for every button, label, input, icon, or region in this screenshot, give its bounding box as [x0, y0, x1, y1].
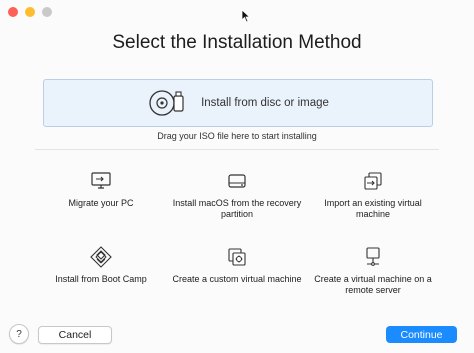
option-create-custom-vm[interactable]: Create a custom virtual machine — [172, 246, 302, 285]
remote-server-icon — [366, 247, 380, 266]
page-title: Select the Installation Method — [112, 32, 362, 53]
option-label: Create a custom virtual machine — [172, 274, 302, 284]
import-vm-icon — [364, 172, 382, 190]
custom-vm-icon — [228, 248, 246, 266]
option-label: Install from Boot Camp — [55, 274, 147, 284]
option-migrate-pc[interactable]: Migrate your PC — [36, 170, 166, 209]
zoom-window-button[interactable] — [42, 7, 52, 17]
boot-camp-icon — [90, 246, 112, 268]
option-label: Create a virtual machine on a remote ser… — [314, 274, 432, 295]
cancel-button[interactable]: Cancel — [38, 326, 112, 344]
option-label: Migrate your PC — [68, 198, 134, 208]
option-label: Import an existing virtual machine — [324, 198, 422, 219]
option-remote-server-vm[interactable]: Create a virtual machine on a remote ser… — [308, 246, 438, 296]
install-from-disc-dropzone[interactable]: Install from disc or image — [43, 79, 433, 127]
mouse-pointer-icon — [241, 9, 251, 23]
hard-drive-icon — [228, 174, 246, 188]
installer-window: Select the Installation Method Install f… — [0, 0, 474, 353]
close-window-button[interactable] — [8, 7, 18, 17]
window-controls — [8, 7, 52, 17]
option-label: Install macOS from the recovery partitio… — [172, 198, 302, 219]
dropzone-label: Install from disc or image — [201, 97, 329, 109]
option-boot-camp[interactable]: Install from Boot Camp — [36, 246, 166, 285]
divider — [35, 149, 439, 150]
option-install-macos-recovery[interactable]: Install macOS from the recovery partitio… — [172, 170, 302, 220]
disc-and-usb-icon — [149, 90, 184, 116]
help-button[interactable]: ? — [9, 324, 29, 344]
monitor-migrate-icon — [91, 172, 111, 189]
drag-hint: Drag your ISO file here to start install… — [157, 131, 317, 141]
continue-button[interactable]: Continue — [386, 326, 457, 343]
minimize-window-button[interactable] — [25, 7, 35, 17]
option-import-vm[interactable]: Import an existing virtual machine — [308, 170, 438, 220]
